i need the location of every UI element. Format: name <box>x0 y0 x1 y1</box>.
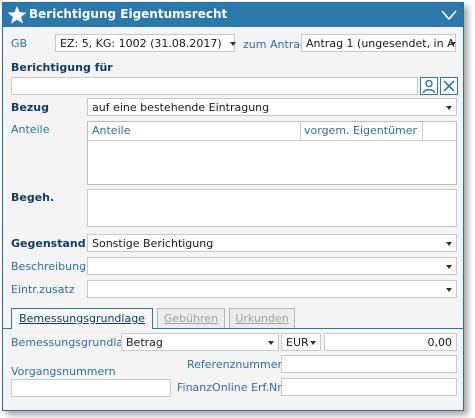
bezug-label: Bezug <box>11 101 49 114</box>
gegenstand-dropdown-icon[interactable] <box>444 236 454 250</box>
title-bar: Berichtigung Eigentumsrecht <box>3 3 463 27</box>
tab-gebuehren[interactable]: Gebühren <box>157 308 225 328</box>
bemessung-label: Bemessungsgrundlage <box>11 336 137 349</box>
referenznummer-input[interactable] <box>281 355 457 373</box>
bezug-value: auf eine bestehende Eintragung <box>92 101 270 114</box>
bezug-dropdown-icon[interactable] <box>444 100 454 114</box>
dialog-panel: Berichtigung Eigentumsrecht GB EZ: 5, KG… <box>2 2 464 411</box>
antrag-select[interactable]: Antrag 1 (ungesendet, in Arbe <box>301 34 456 52</box>
amount-input[interactable]: 0,00 <box>324 333 457 351</box>
tab-strip: Bemessungsgrundlage Gebühren Urkunden <box>3 308 463 329</box>
bezug-select[interactable]: auf eine bestehende Eintragung <box>87 98 457 116</box>
window-title: Berichtigung Eigentumsrecht <box>29 7 228 21</box>
currency-value: EUR <box>286 336 309 349</box>
berichtigung-fuer-input[interactable] <box>11 77 418 95</box>
person-lookup-button[interactable] <box>420 77 438 95</box>
close-icon <box>443 80 455 92</box>
column-anteile[interactable]: Anteile <box>92 124 130 137</box>
vorgangsnummern-label: Vorgangsnummern <box>11 365 116 378</box>
star-icon <box>7 6 27 24</box>
tab-bemessungsgrundlage[interactable]: Bemessungsgrundlage <box>11 308 153 329</box>
gb-select[interactable]: EZ: 5, KG: 1002 (31.08.2017) <box>55 34 235 52</box>
clear-button[interactable] <box>440 77 458 95</box>
gb-dropdown-icon[interactable] <box>228 36 238 50</box>
column-divider <box>422 122 423 140</box>
antrag-label: zum Antrag <box>243 38 308 51</box>
begeh-label: Begeh. <box>11 191 55 204</box>
column-vorgem-eigentuemer[interactable]: vorgem. Eigentümer <box>304 124 417 137</box>
gegenstand-value: Sonstige Berichtigung <box>92 237 214 250</box>
begeh-textarea[interactable] <box>87 189 457 227</box>
eintr-zusatz-select[interactable] <box>87 280 457 298</box>
anteile-label: Anteile <box>11 123 50 136</box>
vorgangsnummern-input[interactable] <box>11 379 171 397</box>
tab-urkunden[interactable]: Urkunden <box>229 308 295 328</box>
currency-dropdown-icon[interactable] <box>308 335 318 349</box>
amount-value: 0,00 <box>427 336 453 349</box>
column-divider <box>300 122 301 140</box>
gegenstand-label: Gegenstand <box>11 237 86 250</box>
person-icon <box>422 79 436 94</box>
bemessung-type-dropdown-icon[interactable] <box>266 335 276 349</box>
beschreibung-dropdown-icon[interactable] <box>444 259 454 273</box>
berichtigung-fuer-label: Berichtigung für <box>11 61 113 74</box>
beschreibung-select[interactable] <box>87 257 457 275</box>
anteile-table[interactable]: Anteile vorgem. Eigentümer <box>87 121 457 185</box>
gb-label: GB <box>11 37 28 50</box>
bemessung-type-value: Betrag <box>126 336 163 349</box>
antrag-dropdown-icon[interactable] <box>448 36 458 50</box>
anteile-table-header: Anteile vorgem. Eigentümer <box>88 122 456 141</box>
finanzonline-input[interactable] <box>281 378 457 396</box>
gb-value: EZ: 5, KG: 1002 (31.08.2017) <box>60 37 222 50</box>
finanzonline-label: FinanzOnline Erf.Nr. <box>177 381 285 394</box>
bemessung-type-select[interactable]: Betrag <box>121 333 279 351</box>
collapse-chevron-icon[interactable] <box>441 8 457 22</box>
antrag-value: Antrag 1 (ungesendet, in Arbe <box>306 37 455 50</box>
eintr-zusatz-dropdown-icon[interactable] <box>444 282 454 296</box>
eintr-zusatz-label: Eintr.zusatz <box>11 283 75 296</box>
gegenstand-select[interactable]: Sonstige Berichtigung <box>87 234 457 252</box>
beschreibung-label: Beschreibung <box>11 260 87 273</box>
referenznummer-label: Referenznummer <box>187 358 283 371</box>
